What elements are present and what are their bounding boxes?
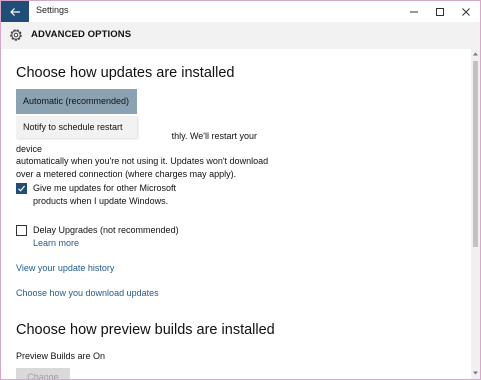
other-products-checkbox[interactable] [16, 183, 27, 194]
delay-upgrades-checkbox[interactable] [16, 225, 27, 236]
scroll-up-icon[interactable] [472, 50, 479, 58]
close-button[interactable] [453, 1, 479, 22]
minimize-icon [410, 11, 418, 12]
update-method-dropdown[interactable]: Automatic (recommended) [16, 89, 137, 114]
download-updates-link[interactable]: Choose how you download updates [16, 288, 159, 298]
gear-icon [10, 29, 22, 41]
minimize-button[interactable] [401, 1, 427, 22]
other-products-label: Give me updates for other Microsoft prod… [33, 183, 177, 206]
scroll-down-icon[interactable] [472, 369, 479, 377]
other-products-row: Give me updates for other Microsoft prod… [16, 182, 203, 207]
description-line-2: automatically when you're not using it. … [16, 156, 269, 166]
change-button[interactable]: Change [16, 368, 70, 379]
dropdown-option-notify[interactable]: Notify to schedule restart [16, 116, 137, 138]
delay-upgrades-row: Delay Upgrades (not recommended) Learn m… [16, 224, 203, 249]
checkmark-icon [18, 185, 26, 192]
back-button[interactable] [1, 1, 29, 22]
settings-window: Settings ADVANCED OPTIONS Choose how upd… [0, 0, 481, 380]
maximize-icon [436, 7, 444, 16]
learn-more-link[interactable]: Learn more [33, 237, 203, 250]
scroll-thumb[interactable] [473, 61, 478, 247]
delay-upgrades-text: Delay Upgrades (not recommended) [33, 225, 179, 235]
title-bar: Settings [1, 1, 480, 22]
updates-heading: Choose how updates are installed [16, 65, 235, 81]
preview-status: Preview Builds are On [16, 351, 106, 361]
window-title: Settings [36, 5, 69, 15]
update-history-link[interactable]: View your update history [16, 263, 114, 273]
back-arrow-icon [10, 7, 20, 16]
vertical-scrollbar[interactable] [471, 49, 480, 379]
maximize-button[interactable] [427, 1, 453, 22]
description-line-3: over a metered connection (where charges… [16, 168, 237, 179]
preview-heading: Choose how preview builds are installed [16, 322, 275, 338]
page-header: ADVANCED OPTIONS [1, 22, 480, 49]
delay-upgrades-label: Delay Upgrades (not recommended) Learn m… [33, 224, 203, 249]
content-area: Choose how updates are installed Choose … [1, 49, 471, 379]
close-icon [462, 7, 470, 16]
page-title: ADVANCED OPTIONS [31, 29, 132, 40]
